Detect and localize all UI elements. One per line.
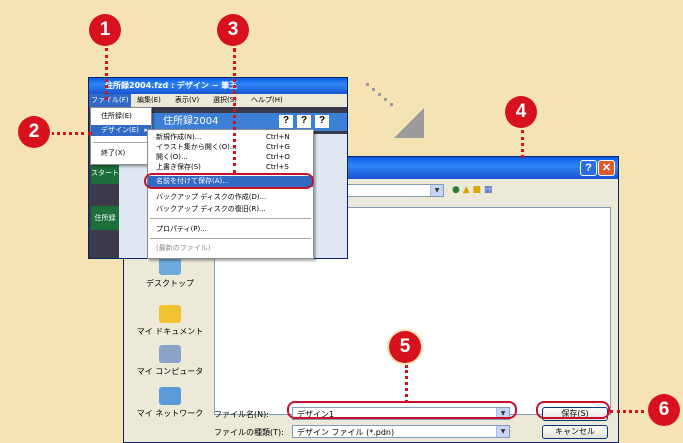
save-button-highlight xyxy=(536,401,610,419)
computer-icon xyxy=(159,345,181,363)
submenu-item-backup-restore[interactable]: バックアップ ディスクの復旧(R)... xyxy=(148,204,313,215)
save-in-combo[interactable]: ▼ xyxy=(344,184,444,197)
place-my-computer[interactable]: マイ コンピュータ xyxy=(128,345,212,377)
menu-edit[interactable]: 編集(E) xyxy=(137,94,161,107)
desktop-icon xyxy=(159,257,181,275)
chevron-down-icon: ▼ xyxy=(430,185,443,196)
diagonal-arrow-icon xyxy=(366,83,424,141)
leader-line-2 xyxy=(50,132,92,135)
place-my-network[interactable]: マイ ネットワーク xyxy=(128,387,212,419)
network-icon xyxy=(159,387,181,405)
place-desktop[interactable]: デスクトップ xyxy=(128,257,212,289)
dialog-toolbar: ● ▲ ■ ▦ xyxy=(452,185,492,195)
leader-line-4 xyxy=(521,130,524,158)
menu-file[interactable]: ファイル(F) xyxy=(89,94,131,107)
file-menu: 住所録(E) デザイン(E)▸ 終了(X) xyxy=(90,107,152,165)
up-folder-icon[interactable]: ▲ xyxy=(463,185,470,195)
help-icon[interactable]: ? xyxy=(315,115,329,128)
step-badge-3: 3 xyxy=(217,14,249,46)
menu-item-exit[interactable]: 終了(X) xyxy=(91,148,151,159)
leader-line-3 xyxy=(233,48,236,174)
leader-line-6 xyxy=(610,410,650,413)
back-icon[interactable]: ● xyxy=(452,185,460,195)
step-badge-6: 6 xyxy=(648,394,680,426)
step-badge-2: 2 xyxy=(18,116,50,148)
place-my-documents[interactable]: マイ ドキュメント xyxy=(128,305,212,337)
view-menu-icon[interactable]: ▦ xyxy=(484,185,493,195)
sidebar-addressbook[interactable]: 住所録 xyxy=(91,206,119,230)
cancel-button[interactable]: キャンセル xyxy=(542,425,608,439)
chevron-down-icon: ▼ xyxy=(496,426,509,437)
folder-icon xyxy=(159,305,181,323)
filename-highlight xyxy=(287,401,517,419)
close-button[interactable]: ✕ xyxy=(598,160,615,176)
step-badge-5: 5 xyxy=(389,331,421,363)
step-badge-4: 4 xyxy=(505,96,537,128)
menu-item-design[interactable]: デザイン(E)▸ xyxy=(91,125,151,136)
submenu-item-save[interactable]: 上書き保存(S) Ctrl+S xyxy=(148,162,313,173)
design-submenu: 新規作成(N)... Ctrl+N イラスト集から開く(O)... Ctrl+G 開… xyxy=(147,129,314,259)
step-badge-1: 1 xyxy=(89,14,121,46)
filetype-label: ファイルの種類(T): xyxy=(214,428,284,437)
filename-label: ファイル名(N): xyxy=(214,410,269,419)
divider xyxy=(93,142,149,143)
submenu-item-backup-create[interactable]: バックアップ ディスクの作成(D)... xyxy=(148,192,313,203)
leader-line-1 xyxy=(105,48,108,100)
help-button[interactable]: ? xyxy=(580,160,597,176)
divider xyxy=(150,218,311,219)
menubar: ファイル(F) 編集(E) 表示(V) 選択(S) ヘルプ(H) xyxy=(89,94,347,107)
filetype-select[interactable]: デザイン ファイル (*.pdn) ▼ xyxy=(292,425,510,438)
menu-view[interactable]: 表示(V) xyxy=(175,94,199,107)
arrow-dots xyxy=(366,83,426,142)
help-icon[interactable]: ? xyxy=(297,115,311,128)
app-titlebar: 住所録2004.fzd : デザイン − 筆王 xyxy=(89,78,347,94)
submenu-item-recent: (最新のファイル) xyxy=(156,244,211,252)
submenu-item-properties[interactable]: プロパティ(P)... xyxy=(148,224,313,235)
divider xyxy=(150,238,311,239)
help-icon[interactable]: ? xyxy=(279,115,293,128)
save-as-highlight xyxy=(144,173,314,189)
menu-help[interactable]: ヘルプ(H) xyxy=(251,94,283,107)
new-folder-icon[interactable]: ■ xyxy=(473,185,482,195)
leader-line-5 xyxy=(405,365,408,403)
menu-item-addressbook[interactable]: 住所録(E) xyxy=(91,111,151,122)
sidebar-start[interactable]: スタート xyxy=(91,162,119,184)
